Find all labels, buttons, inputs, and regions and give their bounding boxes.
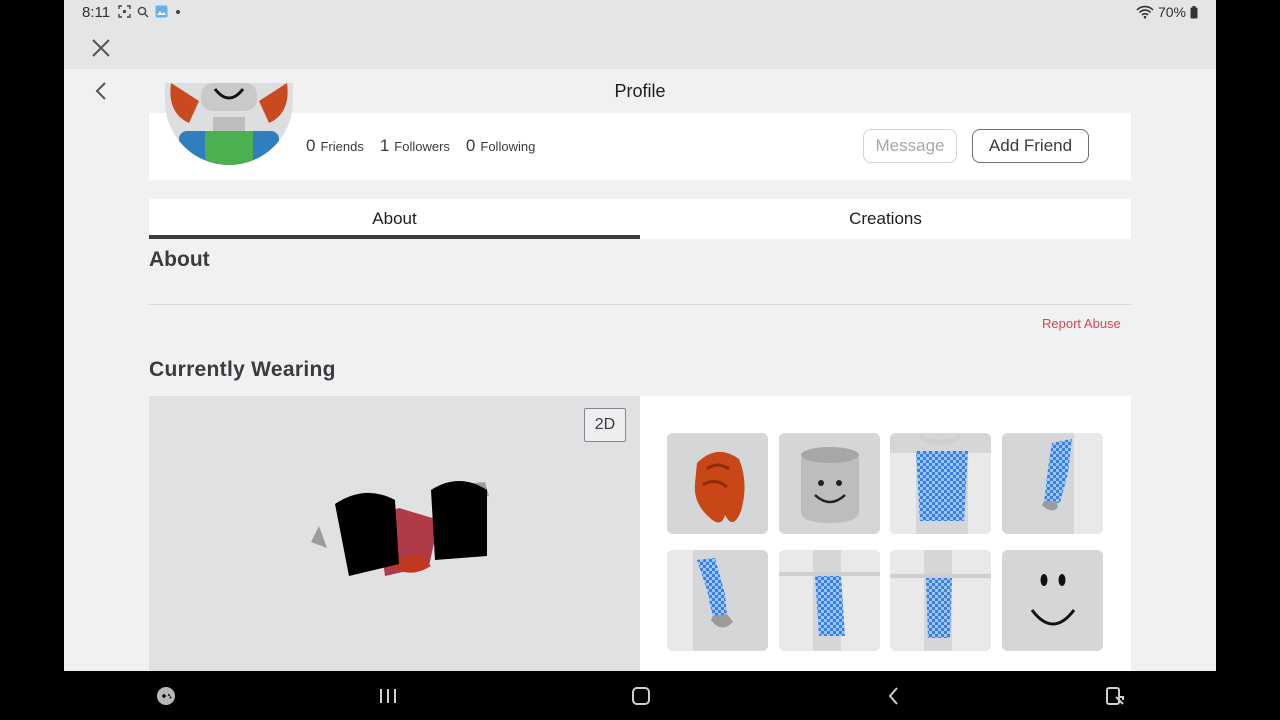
about-divider [149, 304, 1131, 305]
wifi-icon [1136, 5, 1154, 19]
item-red-hair[interactable] [667, 433, 768, 534]
home-icon[interactable] [630, 685, 652, 707]
message-button[interactable]: Message [863, 129, 957, 163]
currently-wearing-heading: Currently Wearing [149, 358, 336, 381]
report-abuse-link[interactable]: Report Abuse [1042, 316, 1121, 331]
avatar[interactable] [165, 83, 293, 165]
tab-about[interactable]: About [149, 199, 640, 239]
avatar-3d-render [311, 481, 489, 576]
status-notification-icons [118, 5, 182, 18]
status-bar: 8:11 70% [64, 0, 1216, 26]
gallery-icon [155, 5, 168, 18]
profile-tabs: About Creations [149, 199, 1131, 239]
profile-stats: 0 Friends 1 Followers 0 Following [306, 136, 551, 156]
recent-apps-icon[interactable] [377, 685, 399, 707]
app-screen: 8:11 70% Profile 0 Friends 1 Followers 0… [64, 0, 1216, 671]
game-icon[interactable] [155, 685, 177, 707]
followers-label[interactable]: Followers [394, 139, 450, 154]
dot-icon [176, 9, 180, 14]
avatar-3d-view[interactable]: 2D [149, 396, 640, 671]
wearing-items-panel [640, 396, 1131, 671]
followers-count: 1 [379, 136, 390, 155]
friends-count: 0 [306, 136, 316, 155]
item-blue-right-leg[interactable] [890, 550, 991, 651]
following-label[interactable]: Following [480, 139, 535, 154]
add-friend-button[interactable]: Add Friend [972, 129, 1089, 163]
search-icon [137, 6, 149, 18]
profile-header-card: 0 Friends 1 Followers 0 Following Messag… [149, 83, 1131, 180]
screenshot-icon [118, 5, 131, 18]
status-right: 70% [1136, 4, 1198, 20]
back-icon[interactable] [883, 685, 905, 707]
item-blue-right-arm[interactable] [1002, 433, 1103, 534]
item-head[interactable] [779, 433, 880, 534]
friends-label[interactable]: Friends [320, 139, 363, 154]
about-heading: About [149, 248, 210, 271]
webview-top-bar [64, 26, 1216, 69]
battery-icon [1190, 5, 1198, 18]
item-blue-left-leg[interactable] [779, 550, 880, 651]
battery-percent: 70% [1157, 4, 1186, 20]
screen-icon[interactable] [1104, 685, 1126, 707]
item-smile-face[interactable] [1002, 550, 1103, 651]
following-count: 0 [465, 136, 476, 155]
status-time: 8:11 [82, 4, 111, 21]
system-nav-bar [0, 671, 1280, 720]
item-blue-checkered-torso[interactable] [890, 433, 991, 534]
tab-creations[interactable]: Creations [640, 199, 1131, 239]
item-blue-left-arm[interactable] [667, 550, 768, 651]
close-icon[interactable] [90, 37, 112, 59]
